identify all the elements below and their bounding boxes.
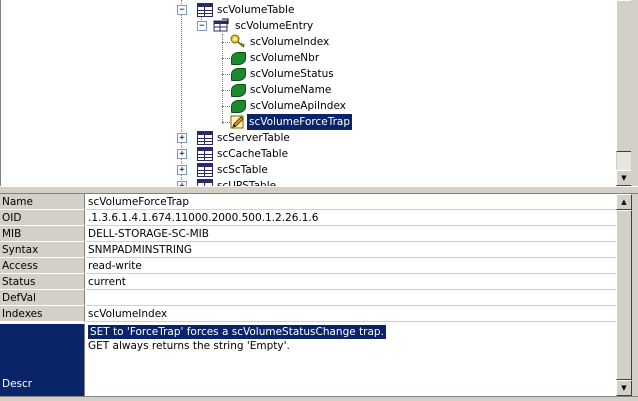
property-value[interactable]: current — [86, 274, 616, 290]
tree-node-scvolumetable[interactable]: scVolumeTable — [215, 2, 296, 18]
property-row: Indexes scVolumeIndex — [0, 306, 616, 322]
leaf-icon — [231, 68, 246, 81]
property-key-selected[interactable]: Descr — [0, 324, 85, 396]
tree-node-scvolumeentry[interactable]: scVolumeEntry — [233, 18, 315, 34]
property-grid-scrollbar[interactable]: ▲ ▼ — [616, 194, 632, 396]
table-icon — [197, 163, 213, 177]
table-entry-icon — [213, 18, 229, 32]
leaf-icon — [231, 84, 246, 97]
property-value[interactable] — [86, 290, 616, 306]
scroll-down-button[interactable]: ▼ — [616, 380, 632, 396]
tree-connector — [222, 106, 230, 107]
tree-connector — [222, 74, 230, 75]
property-row: Syntax SNMPADMINSTRING — [0, 242, 616, 258]
tree-node-scsctable[interactable]: scScTable — [215, 162, 270, 178]
tree-scrollbar[interactable]: ▼ — [616, 0, 631, 186]
tree-connector — [222, 34, 223, 124]
tree-node-scvolumeapiindex[interactable]: scVolumeApiIndex — [248, 98, 348, 114]
tree-node-scvolumeindex[interactable]: scVolumeIndex — [248, 34, 331, 50]
tree-connector — [222, 58, 230, 59]
property-row: Access read-write — [0, 258, 616, 274]
tree-node-scupstable[interactable]: scUPSTable — [215, 178, 278, 186]
description-line: GET always returns the string 'Empty'. — [88, 340, 290, 352]
tree-node-sccachetable[interactable]: scCacheTable — [215, 146, 290, 162]
collapse-toggle[interactable]: − — [197, 21, 207, 31]
expand-toggle[interactable]: + — [177, 133, 187, 143]
table-icon — [197, 3, 213, 17]
property-value[interactable]: read-write — [86, 258, 616, 274]
property-key: Name — [0, 194, 85, 210]
tree-node-scvolumestatus[interactable]: scVolumeStatus — [248, 66, 336, 82]
expand-toggle[interactable]: + — [177, 165, 187, 175]
property-grid: Name scVolumeForceTrap OID .1.3.6.1.4.1.… — [0, 194, 616, 396]
property-row-descr: Descr SET to 'ForceTrap' forces a scVolu… — [0, 324, 616, 396]
property-row: MIB DELL-STORAGE-SC-MIB — [0, 226, 616, 242]
property-value[interactable]: SNMPADMINSTRING — [86, 242, 616, 258]
scroll-up-button[interactable]: ▲ — [616, 194, 632, 210]
leaf-icon — [231, 100, 246, 113]
key-icon — [230, 34, 245, 48]
property-row: Status current — [0, 274, 616, 290]
tree-node-scvolumenbr[interactable]: scVolumeNbr — [248, 50, 321, 66]
mib-tree-view[interactable]: − scVolumeTable − scVolumeEntry scVolume… — [0, 0, 631, 186]
tree-connector — [222, 122, 230, 123]
table-icon — [197, 147, 213, 161]
property-key: MIB — [0, 226, 85, 242]
tree-node-scservertable[interactable]: scServerTable — [215, 130, 292, 146]
tree-node-scvolumename[interactable]: scVolumeName — [248, 82, 333, 98]
window-bottom-edge — [0, 396, 638, 401]
writable-pencil-icon — [230, 115, 244, 129]
property-row: Name scVolumeForceTrap — [0, 194, 616, 210]
property-key-label: Descr — [2, 378, 33, 390]
tree-connector — [222, 90, 230, 91]
property-value[interactable]: scVolumeIndex — [86, 306, 616, 322]
description-text[interactable]: SET to 'ForceTrap' forces a scVolumeStat… — [86, 324, 616, 396]
table-icon — [197, 131, 213, 145]
property-key: Syntax — [0, 242, 85, 258]
property-key: OID — [0, 210, 85, 226]
property-row: DefVal — [0, 290, 616, 306]
scrollbar-thumb[interactable] — [616, 210, 632, 380]
description-line-selected: SET to 'ForceTrap' forces a scVolumeStat… — [88, 325, 386, 339]
property-value[interactable]: scVolumeForceTrap — [86, 194, 616, 210]
scrollbar-thumb[interactable] — [616, 0, 631, 152]
collapse-toggle[interactable]: − — [177, 5, 187, 15]
scroll-down-button[interactable]: ▼ — [616, 170, 631, 186]
table-icon — [197, 179, 213, 186]
property-key: Access — [0, 258, 85, 274]
property-value[interactable]: DELL-STORAGE-SC-MIB — [86, 226, 616, 242]
property-value[interactable]: .1.3.6.1.4.1.674.11000.2000.500.1.2.26.1… — [86, 210, 616, 226]
expand-toggle[interactable]: + — [177, 149, 187, 159]
leaf-icon — [231, 52, 246, 65]
property-key: Status — [0, 274, 85, 290]
property-key: Indexes — [0, 306, 85, 322]
pane-splitter[interactable] — [0, 186, 638, 194]
property-key: DefVal — [0, 290, 85, 306]
tree-connector — [222, 42, 230, 43]
property-row: OID .1.3.6.1.4.1.674.11000.2000.500.1.2.… — [0, 210, 616, 226]
tree-node-scvolumeforcetrap[interactable]: scVolumeForceTrap — [246, 113, 353, 131]
